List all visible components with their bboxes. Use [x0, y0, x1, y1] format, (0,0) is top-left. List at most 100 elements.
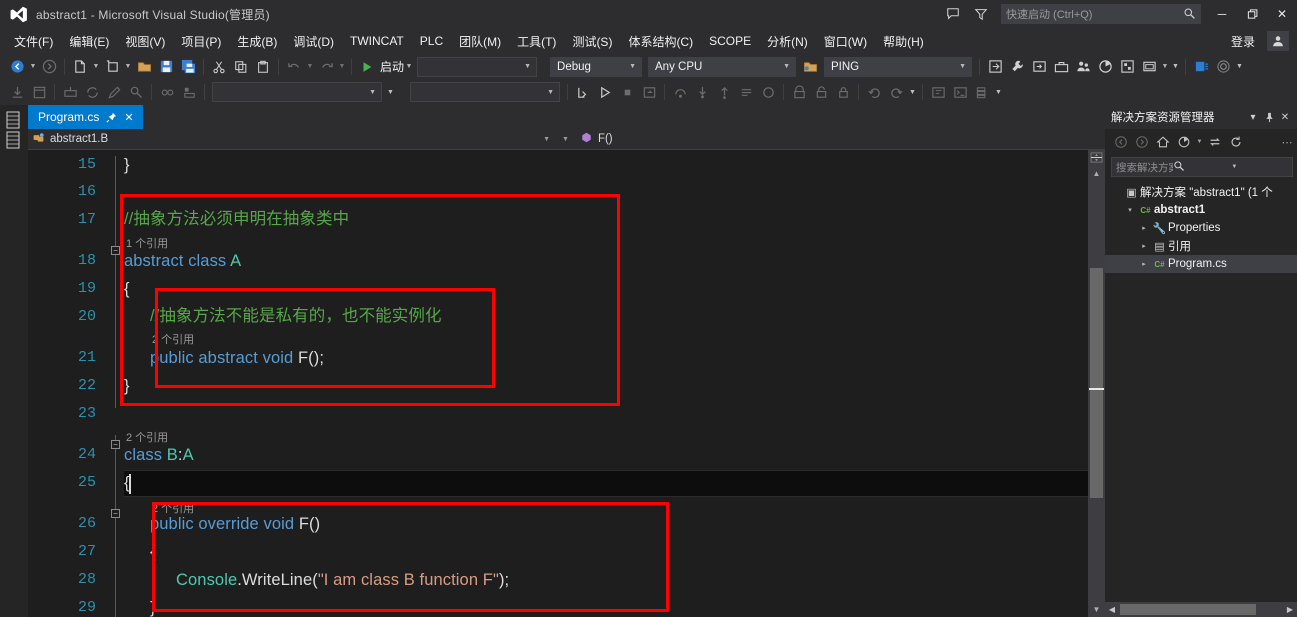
step-over-icon[interactable] — [669, 81, 691, 103]
immediate-window-icon[interactable] — [949, 81, 971, 103]
restart-twincat-icon[interactable] — [81, 81, 103, 103]
code-line[interactable]: class B:A — [124, 446, 194, 465]
feedback-icon[interactable] — [939, 0, 967, 28]
play-icon[interactable] — [356, 56, 378, 78]
dropdown-icon[interactable]: ▾ — [1245, 107, 1261, 127]
menu-item-plc[interactable]: PLC — [412, 31, 451, 51]
code-line[interactable]: { — [150, 543, 156, 562]
quick-launch-input[interactable]: 快速启动 (Ctrl+Q) — [1001, 4, 1201, 24]
window-layout-icon[interactable] — [1138, 56, 1160, 78]
menu-item-view[interactable]: 视图(V) — [117, 30, 173, 53]
forward-icon[interactable] — [1132, 132, 1152, 152]
code-folding-margin[interactable]: − − − — [110, 150, 122, 617]
codelens-reference-count[interactable]: 2 个引用 — [152, 500, 194, 516]
code-text-area[interactable]: 1 个引用 2 个引用 2 个引用 2 个引用} //抽象方法必须申明在抽象类中 abst… — [124, 150, 1088, 617]
editor-vertical-scrollbar[interactable]: ▲ ▼ — [1088, 150, 1105, 617]
watch-window-icon[interactable] — [927, 81, 949, 103]
step-into-icon[interactable] — [691, 81, 713, 103]
tree-item-solution[interactable]: ▣ 解决方案 "abstract1" (1 个 — [1105, 183, 1297, 201]
scroll-down-button[interactable]: ▼ — [1088, 601, 1105, 617]
solution-platform-combo[interactable]: Any CPU ▼ — [648, 56, 797, 77]
navigate-forward-icon[interactable] — [38, 56, 60, 78]
open-file-icon[interactable] — [133, 56, 155, 78]
debug-scope-combo[interactable]: ▼ — [212, 82, 382, 102]
toolbar-overflow-icon[interactable]: ▼ — [1170, 56, 1181, 78]
code-line[interactable]: Console.WriteLine("I am class B function… — [176, 571, 509, 590]
show-online-icon[interactable] — [178, 81, 200, 103]
scroll-up-button[interactable]: ▲ — [1088, 165, 1105, 181]
code-line[interactable]: abstract class A — [124, 252, 241, 271]
stop-debugging-icon[interactable] — [616, 81, 638, 103]
sign-in-link[interactable]: 登录 — [1225, 30, 1261, 53]
login-config-icon[interactable] — [1028, 56, 1050, 78]
attach-to-process-icon[interactable] — [1190, 56, 1212, 78]
toolbar-overflow-icon[interactable]: ▼ — [907, 81, 918, 103]
menu-item-scope[interactable]: SCOPE — [701, 31, 759, 51]
codelens-reference-count[interactable]: 2 个引用 — [152, 331, 194, 347]
codelens-reference-count[interactable]: 1 个引用 — [126, 235, 168, 251]
redo-dropdown-icon[interactable]: ▼ — [337, 56, 347, 78]
editor-tab-program-cs[interactable]: Program.cs ✕ — [28, 105, 143, 129]
activate-boot-icon[interactable] — [59, 81, 81, 103]
chevron-right-icon[interactable]: ▸ — [1137, 260, 1151, 268]
code-editor[interactable]: 15 16 17 18 19 20 21 22 23 24 25 26 27 28 29 − − − 1 个引用… — [28, 150, 1088, 617]
home-icon[interactable] — [1153, 132, 1173, 152]
menu-item-file[interactable]: 文件(F) — [6, 30, 61, 53]
debug-process-combo[interactable]: ▼ — [410, 82, 560, 102]
scroll-left-button[interactable]: ◀ — [1105, 602, 1119, 617]
solution-configuration-combo[interactable]: Debug ▼ — [550, 56, 643, 77]
fold-collapse-icon[interactable]: − — [111, 509, 120, 518]
toolbox-icon[interactable] — [1050, 56, 1072, 78]
chevron-down-icon[interactable]: ▼ — [543, 136, 554, 143]
reset-cold-icon[interactable] — [863, 81, 885, 103]
step-out-icon[interactable] — [713, 81, 735, 103]
code-line[interactable]: public abstract void F(); — [150, 349, 324, 368]
copy-icon[interactable] — [230, 56, 252, 78]
chevron-down-icon[interactable]: ▾ — [1123, 206, 1137, 214]
fold-collapse-icon[interactable]: − — [111, 246, 120, 255]
startup-project-combo[interactable]: ▼ — [417, 56, 538, 77]
menu-item-window[interactable]: 窗口(W) — [816, 30, 875, 53]
menu-item-help[interactable]: 帮助(H) — [875, 30, 932, 53]
call-stack-icon[interactable] — [971, 81, 993, 103]
refresh-icon[interactable] — [1226, 132, 1246, 152]
plc-download-icon[interactable] — [6, 81, 28, 103]
chevron-down-icon[interactable]: ▼ — [1229, 164, 1290, 170]
breakpoint-settings-icon[interactable] — [1212, 56, 1234, 78]
menu-item-analyze[interactable]: 分析(N) — [759, 30, 816, 53]
team-explorer-icon[interactable] — [1072, 56, 1094, 78]
new-project-dropdown-icon[interactable]: ▼ — [91, 56, 101, 78]
pin-icon[interactable] — [106, 112, 117, 123]
build-configuration-icon[interactable] — [1006, 56, 1028, 78]
save-all-icon[interactable] — [177, 56, 199, 78]
performance-profiler-icon[interactable] — [1094, 56, 1116, 78]
breakpoint-icon[interactable] — [757, 81, 779, 103]
pending-changes-icon[interactable] — [1174, 132, 1194, 152]
redo-icon[interactable] — [315, 56, 337, 78]
activate-configuration-icon[interactable] — [984, 56, 1006, 78]
close-icon[interactable]: ✕ — [124, 111, 133, 124]
toolbar-overflow-icon[interactable]: ▼ — [1234, 56, 1245, 78]
close-icon[interactable]: ✕ — [1277, 107, 1293, 127]
menu-item-architecture[interactable]: 体系结构(C) — [620, 30, 701, 53]
tree-item-abstract1[interactable]: ▾ C# abstract1 — [1105, 201, 1297, 219]
fold-collapse-icon[interactable]: − — [111, 440, 120, 449]
search-icon[interactable] — [1173, 160, 1230, 175]
tree-item-Program.cs[interactable]: ▸ C# Program.cs — [1105, 255, 1297, 273]
undo-dropdown-icon[interactable]: ▼ — [305, 56, 315, 78]
config-mode-icon[interactable] — [103, 81, 125, 103]
chevron-down-icon[interactable]: ▼ — [1195, 132, 1204, 152]
maximize-button[interactable] — [1237, 0, 1267, 28]
back-icon[interactable] — [1111, 132, 1131, 152]
code-line[interactable]: public override void F() — [150, 515, 320, 534]
minimize-button[interactable]: ─ — [1207, 0, 1237, 28]
menu-item-team[interactable]: 团队(M) — [451, 30, 509, 53]
account-icon[interactable] — [1267, 31, 1289, 51]
show-next-statement-icon[interactable] — [735, 81, 757, 103]
codelens-reference-count[interactable]: 2 个引用 — [126, 429, 168, 445]
tree-item-Properties[interactable]: ▸ 🔧 Properties — [1105, 219, 1297, 237]
split-view-icon[interactable] — [1088, 150, 1105, 165]
menu-item-build[interactable]: 生成(B) — [229, 30, 285, 53]
code-line[interactable]: //抽象方法必须申明在抽象类中 — [124, 205, 349, 229]
step-into-target-icon[interactable] — [572, 81, 594, 103]
